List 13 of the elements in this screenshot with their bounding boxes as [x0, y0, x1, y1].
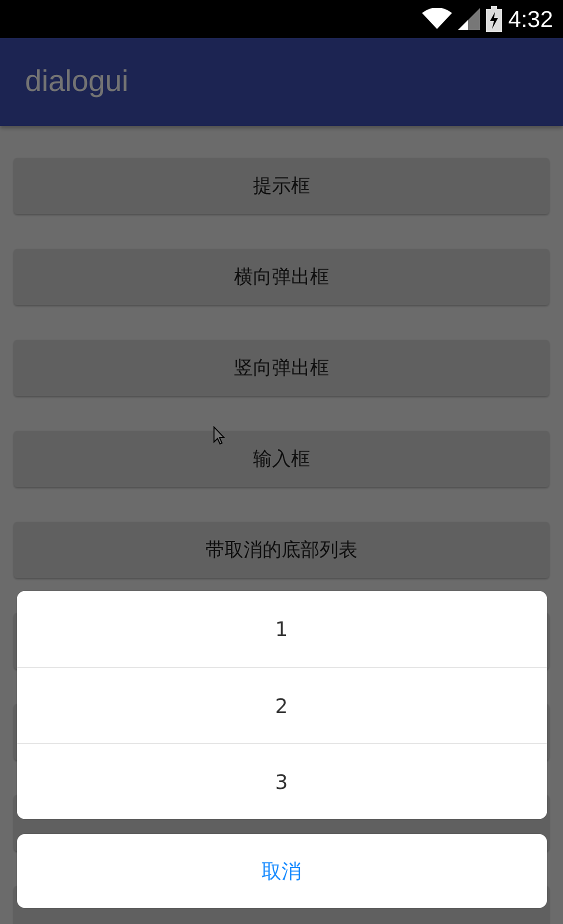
signal-icon [458, 8, 480, 30]
cancel-dialog[interactable]: 取消 [16, 834, 546, 908]
status-time: 4:32 [508, 6, 553, 32]
mouse-cursor-icon [213, 426, 225, 445]
menu-button[interactable]: 横向弹出框 [14, 249, 549, 305]
menu-button[interactable]: 输入框 [14, 431, 549, 487]
wifi-icon [422, 8, 452, 30]
app-title: dialogui [25, 65, 128, 99]
menu-button[interactable]: 带取消的底部列表 [14, 522, 549, 578]
menu-button[interactable]: 竖向弹出框 [14, 340, 549, 396]
sheet-option[interactable]: 3 [16, 743, 546, 819]
battery-charging-icon [486, 6, 502, 32]
menu-button[interactable]: 提示框 [14, 158, 549, 214]
